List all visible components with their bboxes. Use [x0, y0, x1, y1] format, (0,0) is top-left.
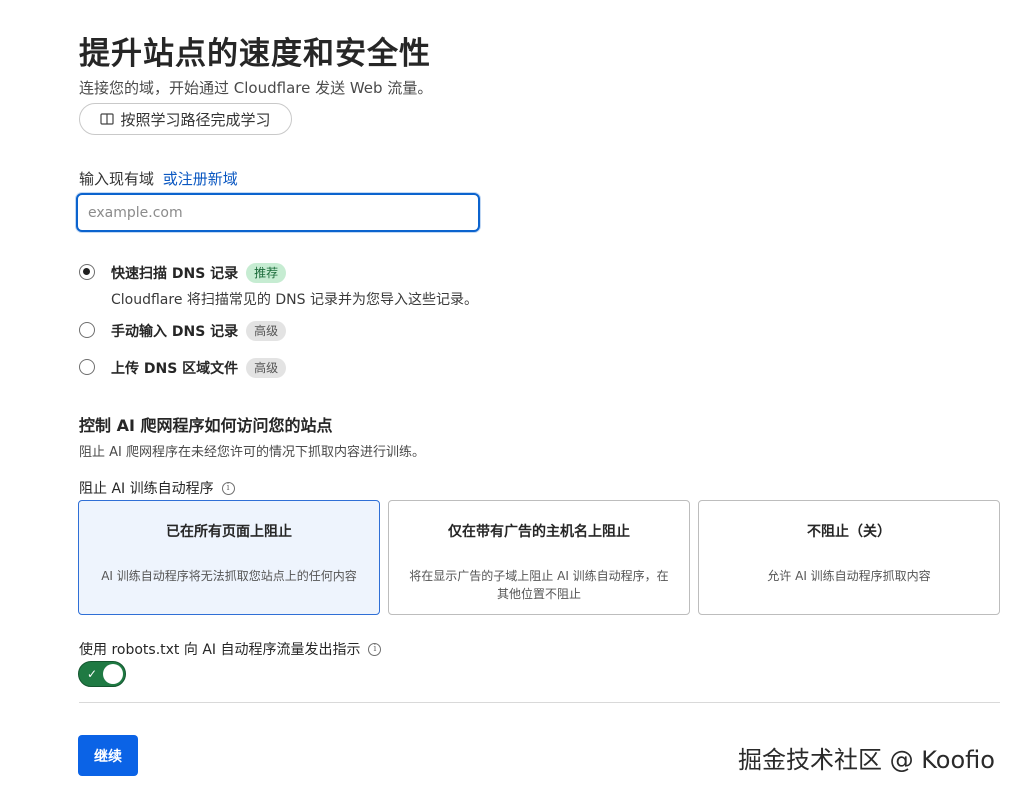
- learning-path-label: 按照学习路径完成学习: [120, 111, 271, 129]
- dns-option-title: 上传 DNS 区域文件: [111, 361, 239, 377]
- check-icon: ✓: [87, 667, 98, 681]
- register-domain-link[interactable]: 或注册新域: [163, 170, 238, 188]
- dns-option-quick-scan[interactable]: 快速扫描 DNS 记录 推荐 Cloudflare 将扫描常见的 DNS 记录并…: [79, 263, 478, 309]
- divider: [79, 702, 1000, 703]
- domain-input-wrapper: [76, 193, 480, 232]
- robots-toggle[interactable]: ✓: [78, 661, 126, 687]
- card-description: 将在显示广告的子域上阻止 AI 训练自动程序，在其他位置不阻止: [409, 569, 669, 601]
- learning-path-button[interactable]: 按照学习路径完成学习: [79, 103, 292, 135]
- domain-label: 输入现有域 或注册新域: [79, 168, 238, 189]
- radio-quick-scan[interactable]: [79, 264, 95, 280]
- advanced-badge: 高级: [246, 321, 287, 341]
- book-icon: [100, 113, 115, 125]
- card-title: 已在所有页面上阻止: [166, 524, 292, 540]
- domain-label-text: 输入现有域: [79, 170, 155, 188]
- advanced-badge: 高级: [246, 358, 287, 378]
- robots-label-text: 使用 robots.txt 向 AI 自动程序流量发出指示: [79, 642, 361, 658]
- page-subtitle: 连接您的域，开始通过 Cloudflare 发送 Web 流量。: [79, 79, 433, 97]
- page-title: 提升站点的速度和安全性: [79, 36, 431, 72]
- info-icon[interactable]: i: [368, 642, 382, 656]
- dns-option-manual[interactable]: 手动输入 DNS 记录 高级: [79, 321, 287, 341]
- card-title: 仅在带有广告的主机名上阻止: [448, 524, 630, 540]
- radio-manual[interactable]: [79, 322, 95, 338]
- card-description: AI 训练自动程序将无法抓取您站点上的任何内容: [101, 569, 357, 583]
- recommended-badge: 推荐: [246, 263, 287, 283]
- block-ai-label: 阻止 AI 训练自动程序 i: [79, 478, 235, 498]
- continue-button[interactable]: 继续: [78, 735, 138, 776]
- info-icon[interactable]: i: [221, 481, 235, 495]
- dns-option-title: 快速扫描 DNS 记录: [111, 266, 239, 282]
- block-ai-label-text: 阻止 AI 训练自动程序: [79, 481, 214, 497]
- watermark: 掘金技术社区 @ Koofio: [738, 746, 995, 774]
- block-option-all-pages[interactable]: 已在所有页面上阻止 AI 训练自动程序将无法抓取您站点上的任何内容: [78, 500, 380, 615]
- block-option-off[interactable]: 不阻止（关） 允许 AI 训练自动程序抓取内容: [698, 500, 1000, 615]
- ai-crawlers-description: 阻止 AI 爬网程序在未经您许可的情况下抓取内容进行训练。: [79, 445, 425, 460]
- ai-crawlers-title: 控制 AI 爬网程序如何访问您的站点: [79, 416, 333, 435]
- dns-option-upload[interactable]: 上传 DNS 区域文件 高级: [79, 358, 287, 378]
- card-title: 不阻止（关）: [807, 524, 891, 540]
- robots-label: 使用 robots.txt 向 AI 自动程序流量发出指示 i: [79, 639, 382, 659]
- block-option-ads-only[interactable]: 仅在带有广告的主机名上阻止 将在显示广告的子域上阻止 AI 训练自动程序，在其他…: [388, 500, 690, 615]
- dns-option-title: 手动输入 DNS 记录: [111, 324, 239, 340]
- dns-option-description: Cloudflare 将扫描常见的 DNS 记录并为您导入这些记录。: [111, 292, 478, 308]
- domain-input[interactable]: [78, 195, 478, 230]
- toggle-knob: [103, 664, 123, 684]
- card-description: 允许 AI 训练自动程序抓取内容: [767, 569, 931, 583]
- radio-upload[interactable]: [79, 359, 95, 375]
